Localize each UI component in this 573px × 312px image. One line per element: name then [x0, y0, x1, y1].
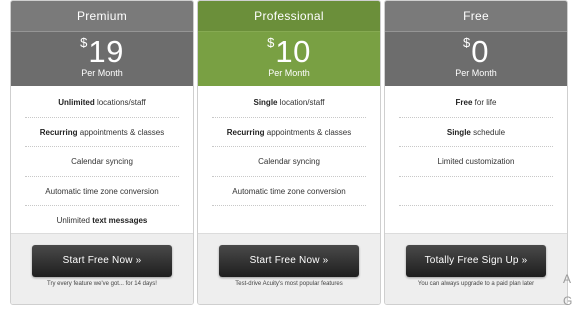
feature-item — [399, 206, 553, 235]
feature-item: Calendar syncing — [25, 147, 179, 177]
plan-name: Professional — [198, 1, 380, 32]
price-period: Per Month — [81, 68, 123, 78]
feature-item: Unlimited text messages — [56, 216, 148, 225]
sign-up-button[interactable]: Totally Free Sign Up » — [406, 245, 546, 277]
plan-premium: Premium $19 Per Month Unlimited location… — [10, 0, 194, 305]
feature-item: Recurring appointments & classes — [212, 118, 366, 147]
feature-item — [212, 206, 366, 235]
feature-item: Calendar syncing — [212, 147, 366, 177]
feature-list: Unlimited locations/staff Recurring appo… — [11, 88, 193, 235]
plan-professional: Professional $10 Per Month Single locati… — [197, 0, 381, 305]
feature-item: Limited customization — [399, 147, 553, 177]
plan-footer: Start Free Now » Try every feature we've… — [11, 233, 193, 304]
start-free-button[interactable]: Start Free Now » — [32, 245, 172, 277]
plan-price: $10 Per Month — [198, 32, 380, 86]
feature-item: Single schedule — [399, 118, 553, 147]
plan-note: You can always upgrade to a paid plan la… — [417, 281, 535, 287]
side-letter: G — [563, 294, 573, 308]
price-amount: 0 — [471, 34, 489, 69]
pricing-table: Premium $19 Per Month Unlimited location… — [0, 0, 573, 308]
feature-item — [399, 177, 553, 206]
plan-price: $19 Per Month — [11, 32, 193, 86]
feature-item: Recurring appointments & classes — [25, 118, 179, 147]
feature-item: Unlimited locations/staff — [25, 88, 179, 118]
feature-list: Single location/staff Recurring appointm… — [198, 88, 380, 235]
price-amount: 19 — [88, 34, 124, 69]
currency-symbol: $ — [463, 35, 471, 50]
plan-note: Test-drive Acuity's most popular feature… — [235, 281, 343, 287]
price-amount: 10 — [275, 34, 311, 69]
feature-item: Free for life — [399, 88, 553, 118]
feature-list: Free for life Single schedule Limited cu… — [385, 88, 567, 235]
clipped-side-text: A G — [563, 268, 572, 312]
plan-footer: Totally Free Sign Up » You can always up… — [385, 233, 567, 304]
plan-footer: Start Free Now » Test-drive Acuity's mos… — [198, 233, 380, 304]
start-free-button[interactable]: Start Free Now » — [219, 245, 359, 277]
plan-note: Try every feature we've got... for 14 da… — [47, 281, 157, 287]
feature-item: Automatic time zone conversion — [212, 177, 366, 206]
price-period: Per Month — [268, 68, 310, 78]
plan-free: Free $0 Per Month Free for life Single s… — [384, 0, 568, 305]
plan-name: Premium — [11, 1, 193, 32]
currency-symbol: $ — [80, 35, 88, 50]
feature-item: Automatic time zone conversion — [25, 177, 179, 206]
plan-price: $0 Per Month — [385, 32, 567, 86]
plan-name: Free — [385, 1, 567, 32]
feature-item: Single location/staff — [212, 88, 366, 118]
currency-symbol: $ — [267, 35, 275, 50]
price-period: Per Month — [455, 68, 497, 78]
side-letter: A — [563, 272, 572, 286]
